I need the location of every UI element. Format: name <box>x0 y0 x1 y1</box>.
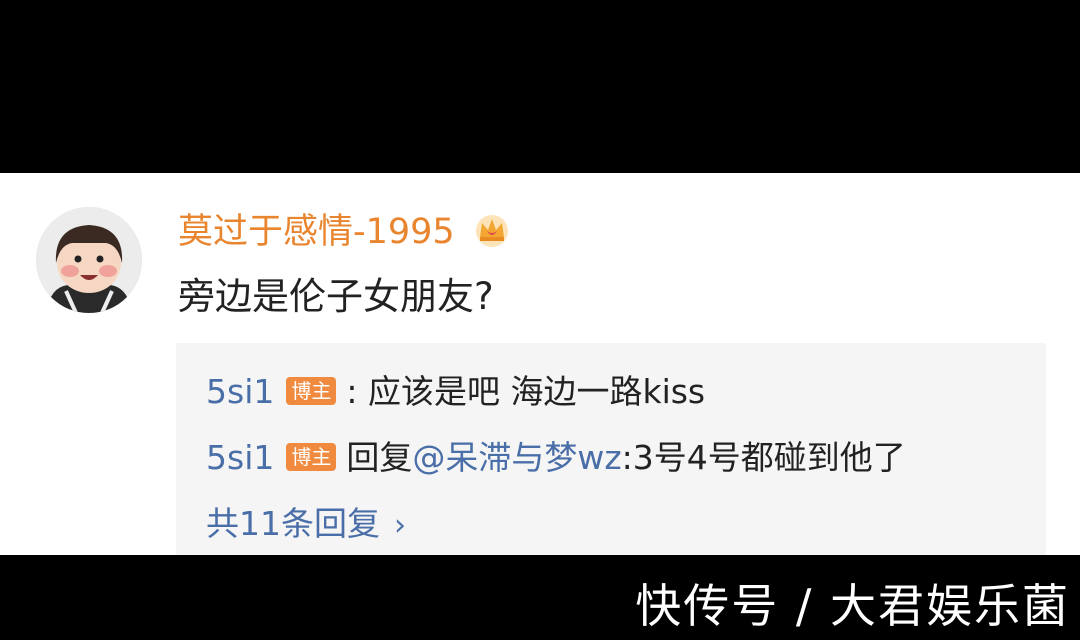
reply-item[interactable]: 5si1 博主: 应该是吧 海边一路kiss <box>206 369 705 415</box>
top-black-bar <box>0 0 1080 173</box>
reply-text: 应该是吧 海边一路kiss <box>357 372 706 411</box>
comment-username[interactable]: 莫过于感情-1995 <box>178 209 455 255</box>
reply-text: :3号4号都碰到他了 <box>621 438 906 477</box>
watermark-text: 快传号 / 大君娱乐菌 <box>635 579 1070 633</box>
chevron-right-icon: › <box>394 508 406 543</box>
reply-username[interactable]: 5si1 <box>206 438 274 477</box>
user-avatar[interactable] <box>36 207 142 313</box>
reply-prefix: 回复 <box>346 438 413 477</box>
child-avatar-icon <box>36 207 142 313</box>
comment-text: 旁边是伦子女朋友? <box>178 275 494 318</box>
comment-card: 莫过于感情-1995 旁边是伦子女朋友? 5si1 博主: 应该是吧 海边一路ki… <box>0 173 1080 555</box>
reply-item[interactable]: 5si1 博主 回复@呆滞与梦wz:3号4号都碰到他了 <box>206 435 906 481</box>
more-replies-label: 共11条回复 <box>206 504 380 543</box>
reply-separator: : <box>346 372 358 411</box>
crown-icon <box>476 215 508 247</box>
author-badge: 博主 <box>286 376 337 405</box>
more-replies-link[interactable]: 共11条回复 › <box>206 501 406 547</box>
mention-link[interactable]: @呆滞与梦wz <box>412 438 621 477</box>
reply-username[interactable]: 5si1 <box>206 372 274 411</box>
author-badge: 博主 <box>286 442 337 471</box>
